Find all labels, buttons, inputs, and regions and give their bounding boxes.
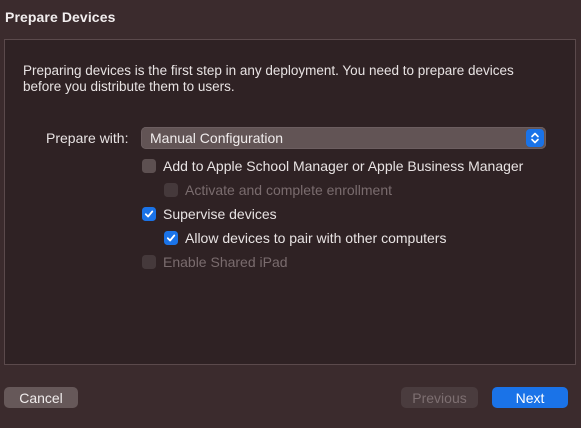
next-button[interactable]: Next — [492, 387, 568, 408]
prepare-devices-dialog: Prepare Devices Preparing devices is the… — [0, 0, 581, 428]
supervise-option[interactable]: Supervise devices — [142, 205, 277, 223]
add-to-manager-label: Add to Apple School Manager or Apple Bus… — [163, 158, 524, 174]
prepare-with-value: Manual Configuration — [150, 130, 284, 146]
previous-button: Previous — [401, 387, 478, 408]
prepare-with-popup[interactable]: Manual Configuration — [141, 127, 546, 149]
allow-pair-label: Allow devices to pair with other compute… — [185, 230, 447, 246]
shared-ipad-label: Enable Shared iPad — [163, 254, 288, 270]
shared-ipad-checkbox — [142, 255, 156, 269]
dialog-title: Prepare Devices — [5, 9, 116, 25]
shared-ipad-option: Enable Shared iPad — [142, 253, 288, 271]
chevron-updown-icon — [526, 129, 544, 147]
supervise-checkbox[interactable] — [142, 207, 156, 221]
checkmark-icon — [166, 234, 176, 242]
checkmark-icon — [144, 210, 154, 218]
intro-text: Preparing devices is the first step in a… — [23, 63, 514, 94]
allow-pair-option[interactable]: Allow devices to pair with other compute… — [164, 229, 446, 247]
activate-enrollment-checkbox — [164, 183, 178, 197]
prepare-with-label: Prepare with: — [46, 130, 129, 146]
allow-pair-checkbox[interactable] — [164, 231, 178, 245]
add-to-manager-option[interactable]: Add to Apple School Manager or Apple Bus… — [142, 157, 523, 175]
add-to-manager-checkbox[interactable] — [142, 159, 156, 173]
supervise-label: Supervise devices — [163, 206, 277, 222]
cancel-button[interactable]: Cancel — [4, 387, 78, 408]
activate-enrollment-label: Activate and complete enrollment — [185, 182, 392, 198]
activate-enrollment-option: Activate and complete enrollment — [164, 181, 392, 199]
